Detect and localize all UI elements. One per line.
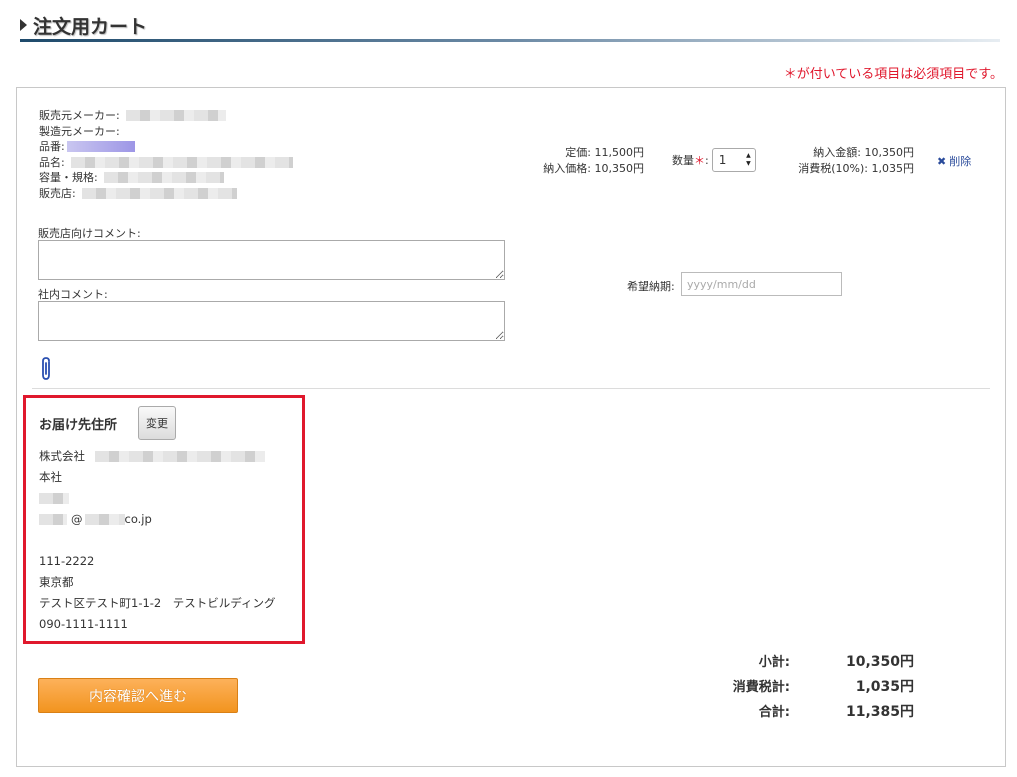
company-prefix: 株式会社 bbox=[39, 449, 85, 463]
required-mark: ＊ bbox=[694, 154, 705, 167]
tax-total-row: 消費税計: 1,035円 bbox=[700, 673, 914, 698]
amount-block: 納入金額: 10,350円 消費税(10%): 1,035円 bbox=[774, 145, 914, 176]
mfg-maker-row: 製造元メーカー: bbox=[39, 124, 293, 140]
tax-amount: 消費税(10%): 1,035円 bbox=[798, 161, 914, 175]
price-block: 定価: 11,500円 納入価格: 10,350円 bbox=[520, 145, 644, 176]
delete-label[interactable]: 削除 bbox=[949, 153, 971, 169]
product-info: 販売元メーカー: 製造元メーカー: 品番: 品名: 容量・規格: 販売店: bbox=[39, 108, 293, 201]
delivery-date-label: 希望納期: bbox=[627, 280, 675, 293]
shipping-address-box: お届け先住所 変更 株式会社 本社 @ co.jp 111-2222 東京都 テ… bbox=[23, 395, 305, 644]
store-comment-label: 販売店向けコメント: bbox=[38, 227, 141, 240]
subtotal-label: 小計: bbox=[758, 655, 790, 670]
phone-line: 090-1111-1111 bbox=[39, 617, 128, 631]
stepper-arrows[interactable]: ▲ ▼ bbox=[746, 152, 751, 168]
required-fields-note: ＊が付いている項目は必須項目です。 bbox=[783, 67, 1003, 82]
delete-x-icon[interactable]: ✖ bbox=[937, 155, 946, 168]
subtotal-row: 小計: 10,350円 bbox=[700, 648, 914, 673]
page-title-text: 注文用カート bbox=[33, 15, 148, 38]
redacted-seller-maker bbox=[125, 110, 226, 122]
capacity-row: 容量・規格: bbox=[39, 170, 293, 186]
shipping-title: お届け先住所 bbox=[39, 418, 118, 433]
store-row: 販売店: bbox=[39, 186, 293, 202]
delivery-date-input[interactable] bbox=[681, 272, 842, 296]
tax-total-label: 消費税計: bbox=[732, 680, 790, 695]
quantity-colon: : bbox=[705, 153, 709, 167]
grand-total-row: 合計: 11,385円 bbox=[700, 698, 914, 723]
grand-total-value: 11,385円 bbox=[845, 703, 914, 720]
part-number-label: 品番: bbox=[39, 140, 65, 153]
stepper-down-icon[interactable]: ▼ bbox=[746, 160, 751, 168]
redacted-product-name bbox=[70, 156, 293, 168]
shipping-lines: 株式会社 本社 @ co.jp 111-2222 東京都 テスト区テスト町1-1… bbox=[39, 446, 275, 635]
seller-maker-label: 販売元メーカー: bbox=[39, 109, 120, 122]
quantity-value: 1 bbox=[718, 153, 727, 167]
seller-maker-row: 販売元メーカー: bbox=[39, 108, 293, 124]
mfg-maker-label: 製造元メーカー: bbox=[39, 124, 120, 138]
redacted-contact-name bbox=[39, 493, 69, 504]
capacity-label: 容量・規格: bbox=[39, 171, 98, 184]
change-address-button[interactable]: 変更 bbox=[138, 406, 176, 440]
redacted-email-user bbox=[39, 514, 67, 525]
product-name-row: 品名: bbox=[39, 155, 293, 171]
internal-comment-label: 社内コメント: bbox=[38, 288, 108, 301]
part-number-row: 品番: bbox=[39, 139, 293, 155]
prefecture-line: 東京都 bbox=[39, 575, 74, 589]
redacted-email-domain bbox=[84, 514, 125, 525]
proceed-to-confirm-button[interactable]: 内容確認へ進む bbox=[38, 678, 238, 713]
postal-line: 111-2222 bbox=[39, 554, 95, 568]
title-underline bbox=[20, 39, 1000, 42]
email-at: @ bbox=[71, 512, 83, 526]
stepper-up-icon[interactable]: ▲ bbox=[746, 152, 751, 160]
unit-price: 納入価格: 10,350円 bbox=[543, 161, 644, 175]
email-line: @ co.jp bbox=[39, 509, 275, 530]
totals-block: 小計: 10,350円 消費税計: 1,035円 合計: 11,385円 bbox=[700, 648, 914, 723]
quantity-block: 数量 ＊ : 1 ▲ ▼ bbox=[672, 148, 756, 172]
address-line: テスト区テスト町1-1-2 テストビルディング bbox=[39, 596, 276, 610]
branch-line: 本社 bbox=[39, 467, 275, 488]
triangle-bullet-icon bbox=[20, 19, 27, 31]
subtotal-value: 10,350円 bbox=[845, 653, 914, 670]
section-divider bbox=[32, 388, 990, 389]
contact-name-line bbox=[39, 488, 275, 509]
delivery-amount: 納入金額: 10,350円 bbox=[813, 146, 914, 159]
store-label: 販売店: bbox=[39, 186, 76, 200]
paperclip-icon[interactable] bbox=[40, 356, 54, 382]
grand-total-label: 合計: bbox=[758, 705, 790, 720]
redacted-part-number bbox=[66, 141, 135, 153]
store-comment-textarea[interactable] bbox=[38, 240, 505, 280]
delete-link[interactable]: ✖ 削除 bbox=[937, 153, 971, 169]
product-name-label: 品名: bbox=[39, 155, 65, 169]
list-price: 定価: 11,500円 bbox=[565, 146, 644, 159]
quantity-stepper[interactable]: 1 ▲ ▼ bbox=[711, 148, 756, 172]
redacted-store bbox=[81, 187, 237, 199]
email-domain: co.jp bbox=[124, 512, 152, 526]
tax-total-value: 1,035円 bbox=[855, 678, 914, 695]
redacted-capacity bbox=[103, 172, 224, 184]
quantity-label: 数量 bbox=[672, 154, 694, 167]
branch: 本社 bbox=[39, 470, 62, 484]
page-title: 注文用カート bbox=[20, 12, 147, 38]
company-line: 株式会社 bbox=[39, 446, 275, 467]
redacted-company-name bbox=[95, 451, 265, 462]
internal-comment-textarea[interactable] bbox=[38, 301, 505, 341]
